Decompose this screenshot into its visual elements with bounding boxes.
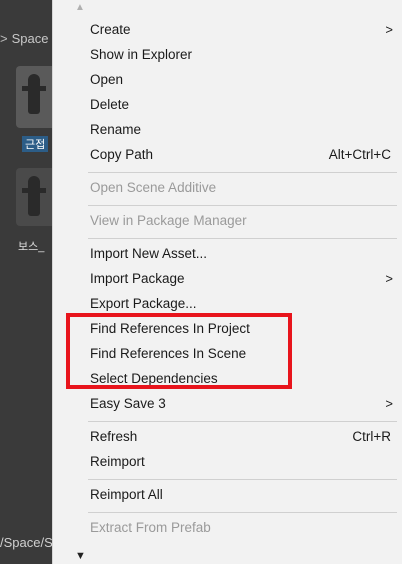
menu-item-easy-save-3[interactable]: Easy Save 3 > — [90, 392, 393, 416]
asset-label[interactable]: 보스_ — [18, 238, 44, 254]
asset-thumbnail-2[interactable] — [16, 168, 52, 226]
highlight-annotation-box — [66, 313, 292, 389]
menu-item-label: Reimport — [90, 454, 145, 469]
asset-label-selected[interactable]: 근접 — [22, 136, 49, 152]
breadcrumb[interactable]: > Space — [0, 31, 52, 51]
menu-item-rename[interactable]: Rename — [90, 118, 393, 142]
menu-separator — [88, 238, 397, 239]
shortcut-label: Alt+Ctrl+C — [328, 147, 391, 162]
submenu-arrow-icon: > — [385, 271, 393, 286]
menu-item-label: View in Package Manager — [90, 213, 247, 228]
scroll-down-icon[interactable]: ▼ — [75, 550, 86, 562]
character-icon — [22, 176, 46, 216]
breadcrumb-separator: > — [0, 31, 8, 46]
scroll-up-icon[interactable]: ▲ — [75, 2, 85, 13]
menu-item-label: Open — [90, 72, 124, 87]
asset-thumbnail-1[interactable] — [16, 66, 52, 128]
menu-separator — [88, 205, 397, 206]
shortcut-label: Ctrl+R — [352, 429, 391, 444]
project-browser-panel: > Space 근접 보스_ /Space/S — [0, 0, 52, 564]
menu-item-label: Refresh — [90, 429, 138, 444]
menu-item-reimport[interactable]: Reimport — [90, 450, 393, 474]
menu-item-view-in-package-manager: View in Package Manager — [90, 209, 393, 233]
menu-separator — [88, 512, 397, 513]
menu-item-label: Import New Asset... — [90, 246, 208, 261]
menu-item-label: Import Package — [90, 271, 185, 286]
menu-item-extract-from-prefab: Extract From Prefab — [90, 516, 393, 540]
menu-item-open[interactable]: Open — [90, 68, 393, 92]
menu-item-label: Show in Explorer — [90, 47, 193, 62]
menu-item-label: Copy Path — [90, 147, 154, 162]
menu-item-label: Create — [90, 22, 131, 37]
menu-item-open-scene-additive: Open Scene Additive — [90, 176, 393, 200]
breadcrumb-label: Space — [11, 31, 49, 46]
context-menu: ▲ Create > Show in Explorer Open Delete … — [52, 0, 402, 564]
menu-item-refresh[interactable]: Refresh Ctrl+R — [90, 425, 393, 449]
footer-path: /Space/S — [0, 535, 52, 550]
menu-item-label: Rename — [90, 122, 142, 137]
menu-item-reimport-all[interactable]: Reimport All — [90, 483, 393, 507]
menu-separator — [88, 172, 397, 173]
menu-item-create[interactable]: Create > — [90, 18, 393, 42]
submenu-arrow-icon: > — [385, 396, 393, 411]
submenu-arrow-icon: > — [385, 22, 393, 37]
menu-item-label: Extract From Prefab — [90, 520, 211, 535]
menu-item-label: Export Package... — [90, 296, 197, 311]
character-icon — [22, 74, 46, 114]
menu-item-import-new-asset[interactable]: Import New Asset... — [90, 242, 393, 266]
menu-item-delete[interactable]: Delete — [90, 93, 393, 117]
menu-item-label: Open Scene Additive — [90, 180, 217, 195]
menu-separator — [88, 479, 397, 480]
menu-separator — [88, 421, 397, 422]
menu-item-show-in-explorer[interactable]: Show in Explorer — [90, 43, 393, 67]
menu-item-label: Delete — [90, 97, 130, 112]
menu-item-label: Easy Save 3 — [90, 396, 166, 411]
menu-item-copy-path[interactable]: Copy Path Alt+Ctrl+C — [90, 143, 393, 167]
menu-item-label: Reimport All — [90, 487, 163, 502]
menu-item-import-package[interactable]: Import Package > — [90, 267, 393, 291]
